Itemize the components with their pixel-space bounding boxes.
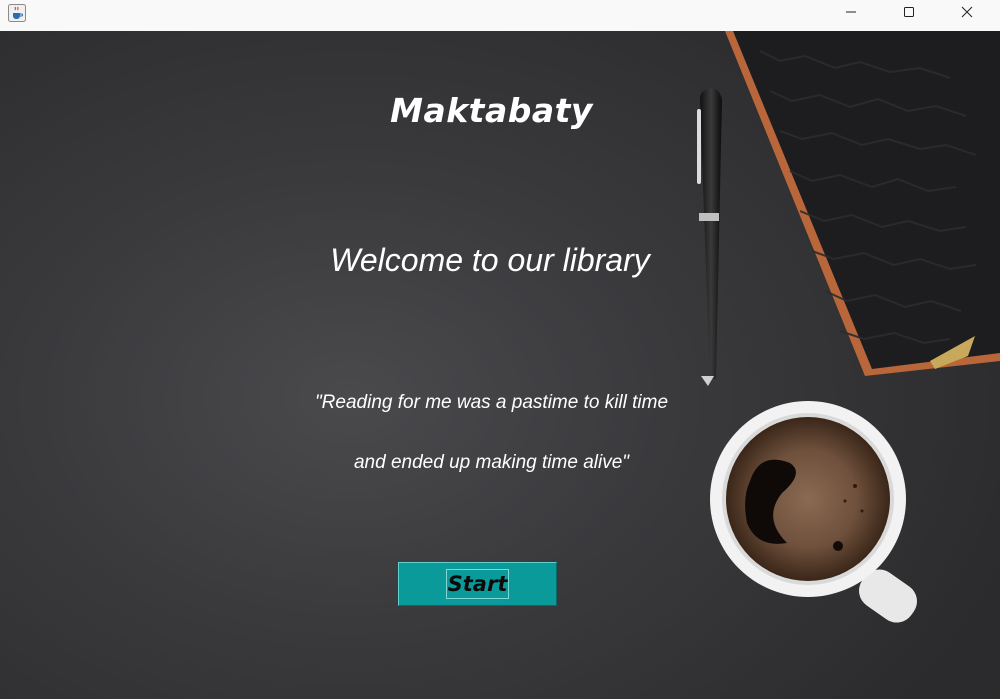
quote-line-2: and ended up making time alive" [353, 452, 630, 473]
title-bar[interactable] [0, 0, 1000, 31]
welcome-heading: Welcome to our library [330, 242, 650, 278]
quote-line-1: "Reading for me was a pastime to kill ti… [314, 392, 669, 413]
app-window: Maktabaty Welcome to our library "Readin… [0, 0, 1000, 699]
app-title: Maktabaty [390, 91, 593, 130]
start-button[interactable]: Start [398, 562, 557, 606]
notebook-decoration [725, 31, 1000, 376]
main-panel: Maktabaty Welcome to our library "Readin… [0, 31, 1000, 699]
start-button-label: Start [445, 569, 510, 599]
maximize-button[interactable] [880, 0, 938, 28]
close-icon [961, 5, 973, 23]
close-button[interactable] [938, 0, 996, 28]
java-cup-icon[interactable] [8, 4, 26, 22]
maximize-icon [903, 5, 915, 23]
minimize-button[interactable] [822, 0, 880, 28]
coffee-cup-decoration [710, 401, 917, 623]
pen-decoration [697, 88, 722, 386]
minimize-icon [845, 5, 857, 23]
